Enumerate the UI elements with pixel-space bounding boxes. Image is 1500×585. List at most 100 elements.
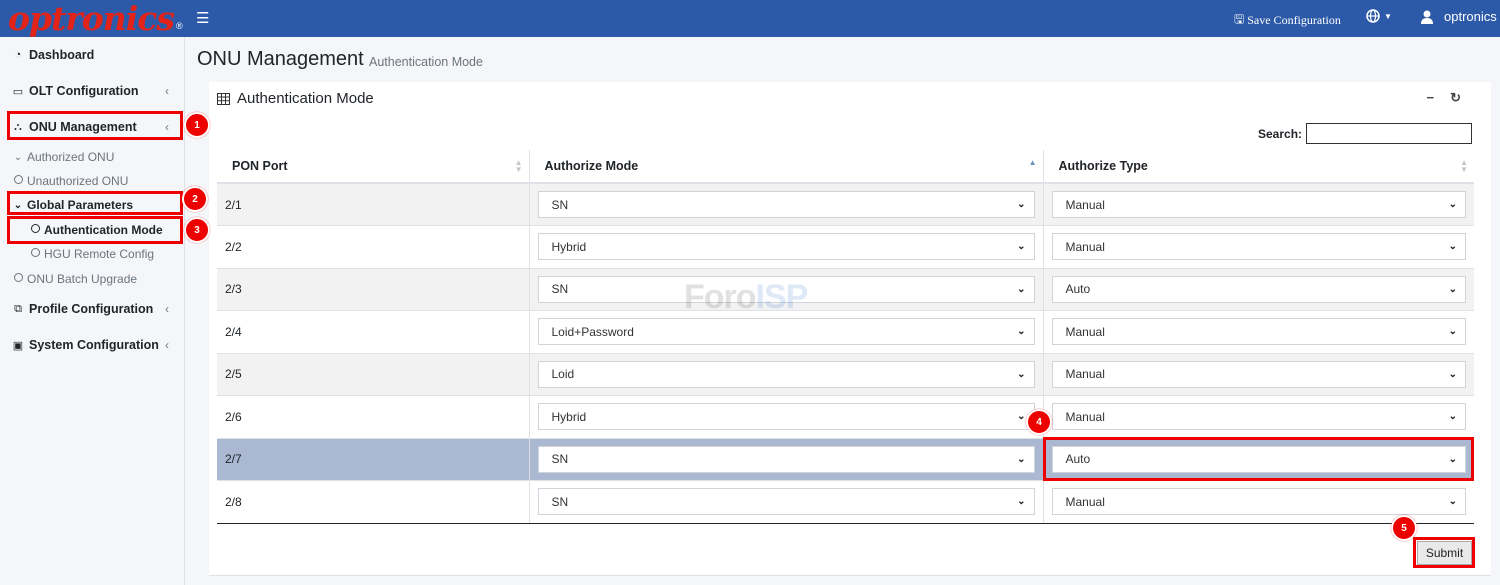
authorize-type-select[interactable]: Manual ⌄ <box>1051 318 1466 346</box>
authorize-mode-select[interactable]: SN ⌄ <box>537 445 1035 473</box>
globe-icon <box>1366 9 1380 23</box>
pon-port-cell: 2/1 <box>217 182 529 226</box>
chevron-down-icon: ⌄ <box>1448 411 1457 423</box>
annotation-box-4 <box>1043 437 1474 481</box>
chevron-down-icon: ⌄ <box>1448 496 1457 508</box>
chevron-down-icon: ⌄ <box>1448 368 1457 380</box>
authorize-type-select[interactable]: Manual ⌄ <box>1051 233 1466 261</box>
chevron-down-icon: ⌄ <box>1017 453 1026 465</box>
sidebar-item-profile-configuration[interactable]: ⧉ Profile Configuration ‹ <box>0 299 185 319</box>
chevron-down-icon: ⌄ <box>1448 199 1457 210</box>
hamburger-menu-icon[interactable]: ☰ <box>196 9 209 27</box>
pon-port-cell: 2/8 <box>217 480 529 524</box>
language-dropdown[interactable]: ▼ <box>1366 9 1392 23</box>
registered-mark: ® <box>175 20 183 31</box>
pon-port-cell: 2/2 <box>217 225 529 268</box>
circle-icon <box>9 273 27 285</box>
sidebar-subitem-hgu-remote-config[interactable]: HGU Remote Config <box>0 244 185 264</box>
save-configuration-button[interactable]: 🖫 Save Configuration <box>1234 10 1341 31</box>
pon-port-cell: 2/7 <box>217 437 529 481</box>
user-name: optronics <box>1444 9 1497 24</box>
authorize-type-select[interactable]: Manual ⌄ <box>1051 488 1466 516</box>
sort-ascending-icon: ▲ <box>1028 158 1037 167</box>
save-configuration-label: Save Configuration <box>1247 13 1341 27</box>
sidebar-item-label: Dashboard <box>29 48 95 62</box>
column-header-pon-port[interactable]: PON Port ▲ ▼ <box>217 150 529 184</box>
sidebar-subitem-label: Authorized ONU <box>27 150 115 164</box>
table-header-row: PON Port ▲ ▼ Authorize Mode ▲ Authorize Typ… <box>217 150 1474 184</box>
authorize-mode-select[interactable]: Hybrid ⌄ <box>537 233 1035 261</box>
sort-icon: ▲ ▼ <box>1460 158 1468 174</box>
chevron-down-icon: ⌄ <box>1017 241 1026 253</box>
chevron-down-icon: ⌄ <box>1017 411 1026 423</box>
floppy-disk-icon: 🖫 <box>1234 12 1245 26</box>
chevron-down-icon: ⌄ <box>1017 368 1026 380</box>
circle-icon <box>9 175 27 187</box>
top-navbar: optronics ® ☰ 🖫 Save Configuration ▼ opt… <box>0 0 1500 37</box>
sidebar-subitem-unauthorized-onu[interactable]: Unauthorized ONU <box>0 171 185 191</box>
page-subtitle: Authentication Mode <box>369 55 483 69</box>
chevron-down-icon: ⌄ <box>1017 496 1026 508</box>
sort-icon: ▲ ▼ <box>514 158 523 174</box>
pon-port-cell: 2/5 <box>217 352 529 396</box>
save-icon: ▣ <box>12 339 24 352</box>
column-header-authorize-type[interactable]: Authorize Type ▲ ▼ <box>1042 150 1474 184</box>
table-row: 2/2 Hybrid ⌄ Manual ⌄ <box>217 225 1474 268</box>
sidebar-subitem-onu-batch-upgrade[interactable]: ONU Batch Upgrade <box>0 269 185 289</box>
sidebar-item-system-configuration[interactable]: ▣ System Configuration ‹ <box>0 335 185 355</box>
search-input[interactable] <box>1306 123 1472 144</box>
chevron-down-icon: ⌄ <box>1017 199 1026 210</box>
authorize-type-select[interactable]: Manual ⌄ <box>1051 360 1466 388</box>
sidebar-item-dashboard[interactable]: ◔ Dashboard <box>0 45 185 65</box>
authorize-mode-select[interactable]: Loid ⌄ <box>537 360 1035 388</box>
table-row: 2/3 SN ⌄ Auto ⌄ <box>217 267 1474 311</box>
authorize-mode-select[interactable]: SN ⌄ <box>537 488 1035 516</box>
table-row: 2/8 SN ⌄ Manual ⌄ <box>217 480 1474 524</box>
collapse-icon[interactable]: − <box>1427 90 1435 106</box>
annotation-badge-4: 4 <box>1026 409 1052 435</box>
authentication-mode-card: Authentication Mode − ↻ Search: PON Port… <box>209 82 1491 576</box>
table-row: 2/1 SN ⌄ Manual ⌄ <box>217 182 1474 226</box>
chevron-down-icon: ⌄ <box>1448 283 1457 295</box>
sidebar-subitem-label: HGU Remote Config <box>44 247 155 261</box>
copy-icon: ⧉ <box>14 302 22 315</box>
chevron-down-icon: ⌄ <box>1017 326 1026 338</box>
authorize-type-select[interactable]: Auto ⌄ <box>1051 275 1466 303</box>
pon-port-cell: 2/6 <box>217 395 529 438</box>
annotation-badge-1: 1 <box>184 112 210 138</box>
brand-logo[interactable]: optronics ® <box>0 0 185 37</box>
authorize-type-select[interactable]: Manual ⌄ <box>1051 403 1466 431</box>
chevron-left-icon: ‹ <box>165 84 169 98</box>
chevron-down-icon: ⌄ <box>1448 326 1457 338</box>
sidebar-subitem-authorized-onu[interactable]: ⌄ Authorized ONU <box>0 147 185 167</box>
annotation-badge-5: 5 <box>1391 515 1417 541</box>
column-header-authorize-mode[interactable]: Authorize Mode ▲ <box>528 150 1043 184</box>
circle-icon <box>26 248 44 260</box>
authorize-mode-select[interactable]: SN ⌄ <box>537 191 1035 218</box>
annotation-box-1 <box>7 111 183 140</box>
authorize-mode-select[interactable]: Hybrid ⌄ <box>537 403 1035 431</box>
sidebar-item-label: OLT Configuration <box>29 84 139 98</box>
sidebar-item-label: Profile Configuration <box>29 302 154 316</box>
card-title: Authentication Mode <box>217 90 374 107</box>
sidebar-subitem-label: ONU Batch Upgrade <box>27 272 138 286</box>
table-row: 2/6 Hybrid ⌄ Manual ⌄ <box>217 395 1474 438</box>
sidebar-item-olt-configuration[interactable]: ▭ OLT Configuration ‹ <box>0 81 185 101</box>
chevron-left-icon: ‹ <box>165 302 169 316</box>
search-label: Search: <box>1258 127 1303 141</box>
page-title: ONU Management <box>197 48 364 70</box>
laptop-icon: ▭ <box>12 85 24 98</box>
user-menu[interactable]: optronics <box>1420 9 1497 24</box>
pon-port-cell: 2/3 <box>217 267 529 311</box>
annotation-box-3 <box>7 216 183 244</box>
sidebar-item-label: System Configuration <box>29 338 159 352</box>
authorize-mode-select[interactable]: Loid+Password ⌄ <box>537 318 1035 346</box>
annotation-box-2 <box>7 191 183 215</box>
sidebar-subitem-label: Unauthorized ONU <box>27 174 129 188</box>
authorize-type-select[interactable]: Manual ⌄ <box>1051 191 1466 218</box>
pon-port-cell: 2/4 <box>217 310 529 353</box>
annotation-box-5 <box>1413 537 1475 568</box>
refresh-icon[interactable]: ↻ <box>1450 90 1461 106</box>
watermark: ForoISP <box>684 278 808 316</box>
chevron-down-icon: ⌄ <box>1448 241 1457 253</box>
